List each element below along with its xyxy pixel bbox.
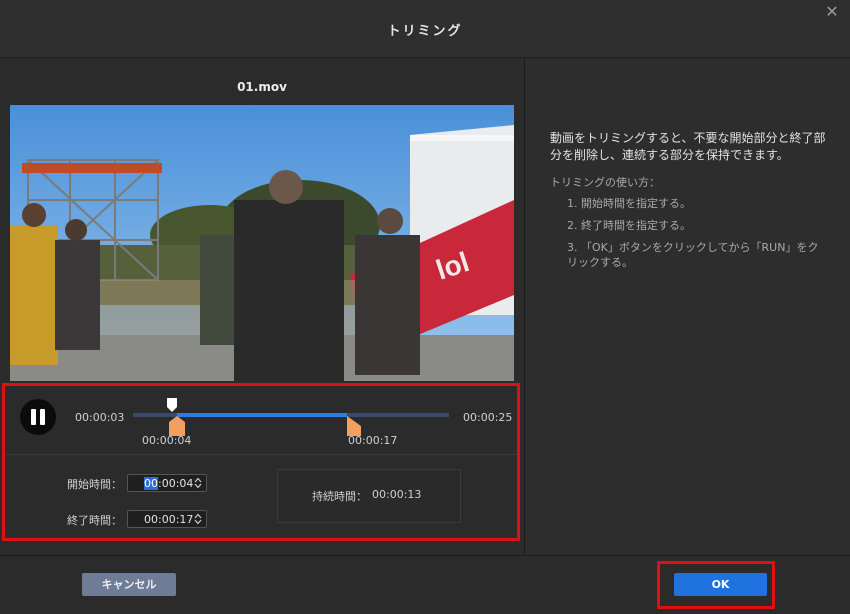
howto-step-3: 3. 「OK」ボタンをクリックしてから「RUN」をクリックする。 [567,241,819,269]
video-filename: 01.mov [237,80,287,94]
howto-title: トリミングの使い方： [550,176,660,189]
start-time-spinner-icon[interactable] [194,477,202,489]
end-time-spinner-icon[interactable] [194,513,202,525]
current-time: 00:00:03 [75,411,125,424]
cancel-button[interactable]: キャンセル [82,573,176,596]
close-icon[interactable]: ✕ [824,4,840,20]
end-time-value: 00:00:17 [144,513,194,526]
start-time-field[interactable]: 00:00:04 [127,474,207,492]
total-time: 00:00:25 [463,411,513,424]
playhead-handle[interactable] [166,397,178,413]
help-panel: 動画をトリミングすると、不要な開始部分と終了部分を削除し、連続する部分を保持でき… [525,58,850,554]
duration-value: 00:00:13 [372,488,422,501]
end-time-label: 終了時間： [67,514,122,527]
dialog-titlebar: トリミング ✕ [0,0,850,58]
trim-end-time-label: 00:00:17 [348,434,398,447]
pause-icon [31,409,36,425]
trim-start-time-label: 00:00:04 [142,434,192,447]
video-preview[interactable]: lol [10,105,514,381]
ok-button[interactable]: OK [674,573,767,596]
divider [5,454,517,455]
trim-start-handle[interactable] [169,416,185,436]
pause-button[interactable] [20,399,56,435]
start-time-hours-selected: 00 [144,477,158,490]
timeline-selected-range [177,413,347,417]
help-description: 動画をトリミングすると、不要な開始部分と終了部分を削除し、連続する部分を保持でき… [550,131,826,162]
video-frame-image: lol [10,105,514,381]
duration-box: 持続時間： 00:00:13 [277,469,461,523]
pause-icon-bar [40,409,45,425]
duration-label: 持続時間： [312,490,367,503]
howto-step-1: 1. 開始時間を指定する。 [567,197,691,210]
dialog-footer: キャンセル OK [0,555,850,614]
howto-step-2: 2. 終了時間を指定する。 [567,219,691,232]
trim-controls-highlight: 00:00:03 00:00:25 00:00:04 00:00:17 開始時間… [2,383,520,541]
dialog-title: トリミング [387,24,463,39]
end-time-field[interactable]: 00:00:17 [127,510,207,528]
start-time-rest: :00:04 [158,477,194,490]
preview-panel: 01.mov lol 00:00:03 00:00:25 00:00:04 00… [0,58,525,554]
trim-end-handle[interactable] [347,416,363,436]
start-time-label: 開始時間： [67,478,122,491]
